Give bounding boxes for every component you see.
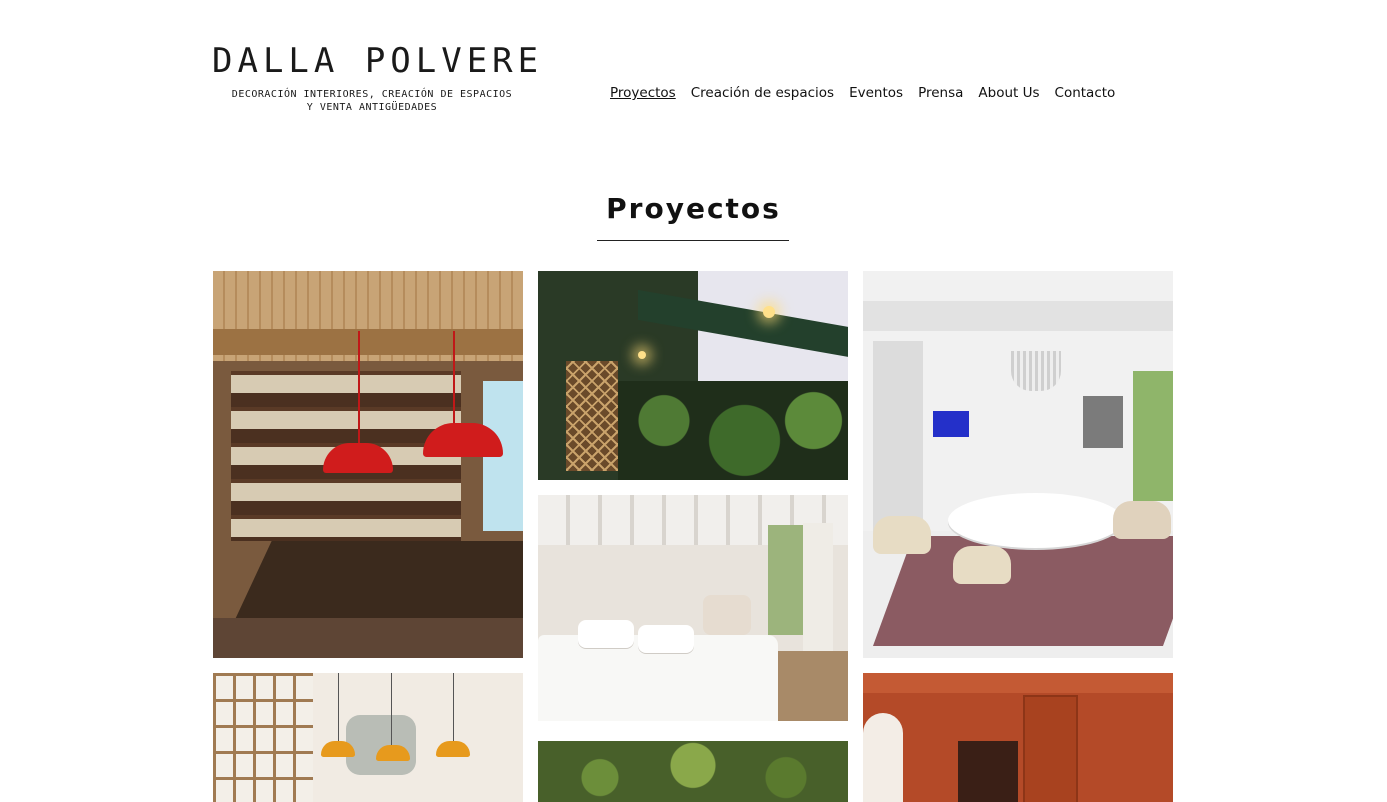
dining-table [234,541,523,621]
site-logo[interactable]: DALLA POLVERE DECORACIÓN INTERIORES, CRE… [212,40,544,114]
nav-item-proyectos[interactable]: Proyectos [610,85,676,101]
blue-screen [933,411,969,437]
window [768,525,806,635]
project-tile-pergola[interactable] [538,741,848,802]
wooden-lattice [566,361,618,471]
lamp-cord [338,673,339,743]
amber-pendant-lamp [321,741,355,757]
nav-item-eventos[interactable]: Eventos [849,85,903,101]
nav-item-creacion-de-espacios[interactable]: Creación de espacios [691,85,834,101]
main-nav: Proyectos Creación de espacios Eventos P… [610,85,1115,101]
nav-item-prensa[interactable]: Prensa [918,85,963,101]
lamp-cord [358,331,360,446]
wall-panel [1023,695,1078,802]
ceiling-molding [863,673,1173,693]
cornice [863,301,1173,331]
lamp-cord [453,331,455,426]
project-tile-lamps[interactable] [213,673,523,802]
project-tile-street-cafe[interactable] [538,271,848,480]
project-tile-bedroom[interactable] [538,495,848,721]
wooden-screen [213,673,313,802]
brand-title: DALLA POLVERE [212,41,544,81]
window-garden [1133,371,1173,501]
floor [213,618,523,658]
lamp-cord [453,673,454,743]
project-tile-restaurant[interactable] [213,271,523,658]
pillow [578,620,634,648]
oval-table [948,493,1123,548]
amber-pendant-lamp [376,745,410,761]
nav-item-about-us[interactable]: About Us [978,85,1039,101]
amber-pendant-lamp [436,741,470,757]
shell-chair [873,516,931,554]
street-light [763,306,775,318]
ceiling-beam [213,329,523,355]
window [873,341,923,541]
wall-photograph [1083,396,1123,448]
oval-mirror [863,713,903,802]
doorway [958,741,1018,802]
nav-item-contacto[interactable]: Contacto [1055,85,1116,101]
shell-chair [1113,501,1171,539]
brand-subtitle-line-1: DECORACIÓN INTERIORES, CREACIÓN DE ESPAC… [231,89,513,100]
lamp-cord [391,673,392,747]
project-tile-red-room[interactable] [863,673,1173,802]
terrace-plants [618,381,848,480]
page-title: Proyectos [606,192,781,225]
armchair [703,595,751,635]
shell-chair [953,546,1011,584]
street-light [638,351,646,359]
title-underline [597,240,789,241]
crystal-chandelier [1011,351,1061,391]
brand-subtitle: DECORACIÓN INTERIORES, CREACIÓN DE ESPAC… [212,88,532,114]
project-tile-dining-room[interactable] [863,271,1173,658]
page: DALLA POLVERE DECORACIÓN INTERIORES, CRE… [0,0,1387,802]
mirror [346,715,416,775]
brand-subtitle-line-2: Y VENTA ANTIGÜEDADES [306,102,438,113]
pillow [638,625,694,653]
